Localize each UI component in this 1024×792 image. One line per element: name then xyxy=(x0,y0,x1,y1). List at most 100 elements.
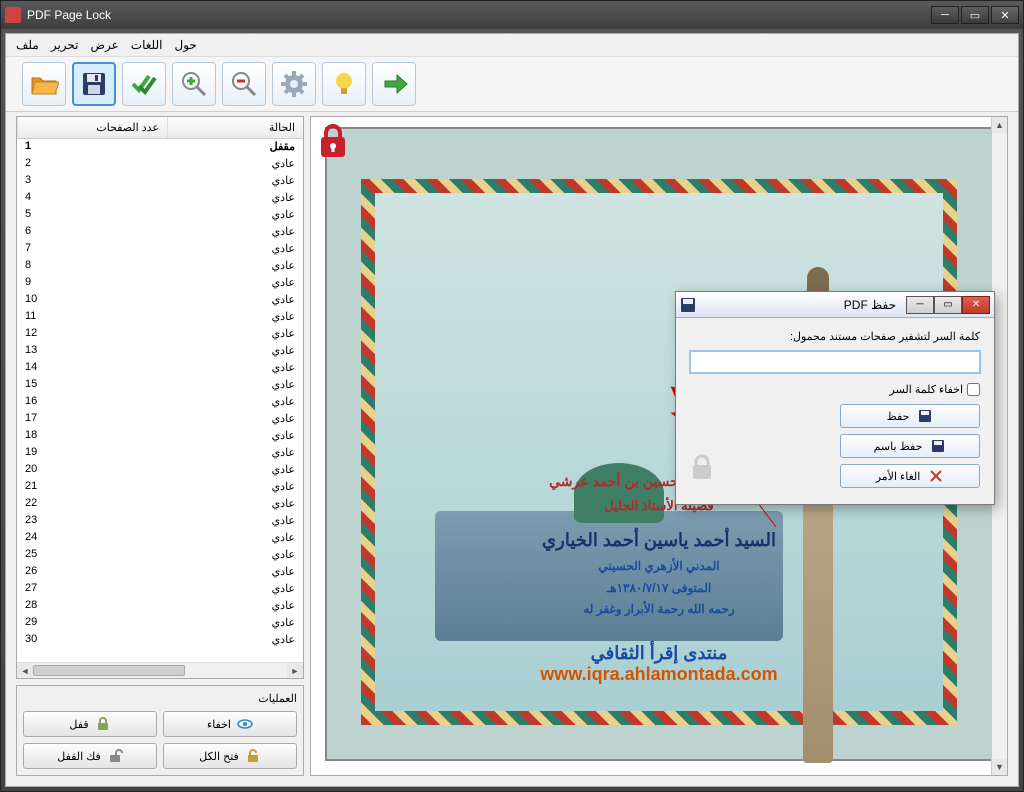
table-row[interactable]: 3عادي xyxy=(17,173,303,190)
menu-view[interactable]: عرض xyxy=(91,38,119,52)
h-scrollbar[interactable]: ◄ ► xyxy=(17,662,303,678)
dialog-save-as-label: حفظ باسم xyxy=(874,440,923,453)
apply-button[interactable] xyxy=(122,62,166,106)
next-button[interactable] xyxy=(372,62,416,106)
zoom-out-button[interactable] xyxy=(222,62,266,106)
cell-page: 29 xyxy=(17,615,167,632)
content: الحالة عدد الصفحات 1مقفل2عادي3عادي4عادي5… xyxy=(6,112,1018,786)
zoom-in-button[interactable] xyxy=(172,62,216,106)
dialog-cancel-button[interactable]: الغاء الأمر xyxy=(840,464,980,488)
scroll-up-arrow[interactable]: ▲ xyxy=(992,117,1007,133)
table-row[interactable]: 12عادي xyxy=(17,326,303,343)
hide-password-label: اخفاء كلمة السر xyxy=(890,383,963,396)
table-row[interactable]: 8عادي xyxy=(17,258,303,275)
table-row[interactable]: 21عادي xyxy=(17,479,303,496)
bulb-icon xyxy=(329,69,359,99)
scroll-thumb[interactable] xyxy=(33,665,185,676)
dialog-save-as-button[interactable]: حفظ باسم xyxy=(840,434,980,458)
cell-state: عادي xyxy=(167,547,303,564)
table-row[interactable]: 29عادي xyxy=(17,615,303,632)
table-row[interactable]: 16عادي xyxy=(17,394,303,411)
dialog-save-button[interactable]: حفظ xyxy=(840,404,980,428)
table-row[interactable]: 7عادي xyxy=(17,241,303,258)
col-state[interactable]: الحالة xyxy=(167,117,303,138)
table-row[interactable]: 27عادي xyxy=(17,581,303,598)
table-row[interactable]: 2عادي xyxy=(17,156,303,173)
text-line-5: المتوفى ١٣٨٠/٧/١٧هـ xyxy=(375,578,943,600)
hide-password-check[interactable] xyxy=(967,383,980,396)
settings-button[interactable] xyxy=(272,62,316,106)
table-row[interactable]: 25عادي xyxy=(17,547,303,564)
cell-state: عادي xyxy=(167,275,303,292)
cell-state: عادي xyxy=(167,411,303,428)
table-row[interactable]: 26عادي xyxy=(17,564,303,581)
dialog-cancel-label: الغاء الأمر xyxy=(876,470,921,483)
scroll-left-arrow[interactable]: ◄ xyxy=(17,663,33,679)
menu-edit[interactable]: تحرير xyxy=(51,38,79,52)
dialog-close-button[interactable]: ✕ xyxy=(962,296,990,314)
cell-page: 13 xyxy=(17,343,167,360)
cell-page: 19 xyxy=(17,445,167,462)
cell-page: 15 xyxy=(17,377,167,394)
pages-table: الحالة عدد الصفحات 1مقفل2عادي3عادي4عادي5… xyxy=(16,116,304,679)
zoom-in-icon xyxy=(179,69,209,99)
cell-state: عادي xyxy=(167,615,303,632)
cell-page: 21 xyxy=(17,479,167,496)
table-row[interactable]: 11عادي xyxy=(17,309,303,326)
table-row[interactable]: 15عادي xyxy=(17,377,303,394)
cell-state: عادي xyxy=(167,445,303,462)
lock-button[interactable]: قفل xyxy=(23,711,157,737)
table-row[interactable]: 9عادي xyxy=(17,275,303,292)
cell-page: 16 xyxy=(17,394,167,411)
table-row[interactable]: 1مقفل xyxy=(17,139,303,156)
dialog-body: كلمة السر لتشفير صفحات مستند محمول: اخفا… xyxy=(676,318,994,504)
table-row[interactable]: 30عادي xyxy=(17,632,303,649)
table-row[interactable]: 24عادي xyxy=(17,530,303,547)
minimize-button[interactable]: ─ xyxy=(931,6,959,24)
save-button[interactable] xyxy=(72,62,116,106)
cell-state: عادي xyxy=(167,598,303,615)
hide-password-checkbox[interactable]: اخفاء كلمة السر xyxy=(890,383,980,396)
tip-button[interactable] xyxy=(322,62,366,106)
menu-file[interactable]: ملف xyxy=(16,38,39,52)
cell-state: عادي xyxy=(167,190,303,207)
hide-button[interactable]: اخفاء xyxy=(163,711,297,737)
site-credit: منتدى إقرأ الثقافي www.iqra.ahlamontada.… xyxy=(375,643,943,685)
dialog-floppy-icon xyxy=(680,297,696,313)
operations-title: العمليات xyxy=(23,692,297,705)
table-row[interactable]: 10عادي xyxy=(17,292,303,309)
cell-page: 14 xyxy=(17,360,167,377)
table-row[interactable]: 4عادي xyxy=(17,190,303,207)
open-button[interactable] xyxy=(22,62,66,106)
dialog-maximize-button[interactable]: ▭ xyxy=(934,296,962,314)
zoom-out-icon xyxy=(229,69,259,99)
maximize-button[interactable]: ▭ xyxy=(961,6,989,24)
scroll-down-arrow[interactable]: ▼ xyxy=(992,759,1007,775)
table-row[interactable]: 5عادي xyxy=(17,207,303,224)
col-page[interactable]: عدد الصفحات xyxy=(17,117,167,138)
table-row[interactable]: 19عادي xyxy=(17,445,303,462)
menu-about[interactable]: حول xyxy=(175,38,197,52)
cell-state: عادي xyxy=(167,207,303,224)
table-row[interactable]: 14عادي xyxy=(17,360,303,377)
table-row[interactable]: 28عادي xyxy=(17,598,303,615)
table-row[interactable]: 6عادي xyxy=(17,224,303,241)
close-button[interactable]: ✕ xyxy=(991,6,1019,24)
unlock-button[interactable]: فك القفل xyxy=(23,743,157,769)
table-body[interactable]: 1مقفل2عادي3عادي4عادي5عادي6عادي7عادي8عادي… xyxy=(17,139,303,662)
left-column: الحالة عدد الصفحات 1مقفل2عادي3عادي4عادي5… xyxy=(16,116,304,776)
table-row[interactable]: 13عادي xyxy=(17,343,303,360)
cell-state: عادي xyxy=(167,632,303,649)
table-row[interactable]: 17عادي xyxy=(17,411,303,428)
table-row[interactable]: 18عادي xyxy=(17,428,303,445)
scroll-right-arrow[interactable]: ► xyxy=(287,663,303,679)
menu-languages[interactable]: اللغات xyxy=(131,38,163,52)
open-all-button[interactable]: فتح الكل xyxy=(163,743,297,769)
table-row[interactable]: 23عادي xyxy=(17,513,303,530)
table-row[interactable]: 22عادي xyxy=(17,496,303,513)
password-input[interactable] xyxy=(690,351,980,373)
cell-page: 30 xyxy=(17,632,167,649)
table-row[interactable]: 20عادي xyxy=(17,462,303,479)
dialog-minimize-button[interactable]: ─ xyxy=(906,296,934,314)
cell-page: 17 xyxy=(17,411,167,428)
